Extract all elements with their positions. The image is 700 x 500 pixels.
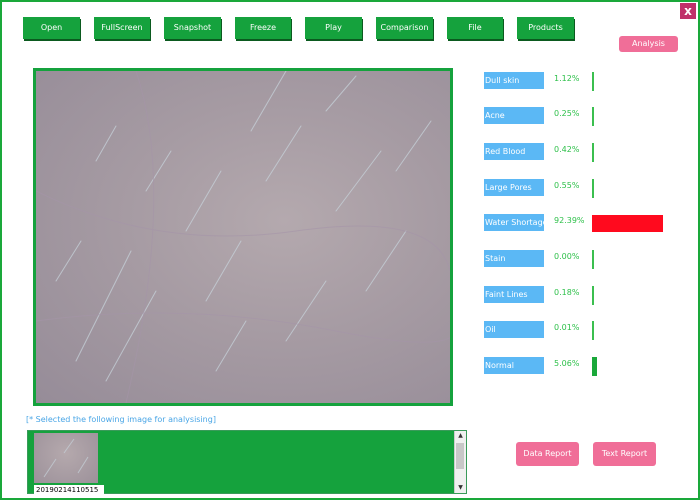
metric-label: Faint Lines <box>484 286 544 303</box>
thumbnail-caption: 20190214110515 <box>34 485 104 495</box>
text-report-button[interactable]: Text Report <box>593 442 656 466</box>
skin-texture-image <box>36 71 450 403</box>
metric-value: 5.06% <box>554 359 580 368</box>
metric-label: Large Pores <box>484 179 544 196</box>
metric-bar <box>592 286 594 305</box>
data-report-button[interactable]: Data Report <box>516 442 579 466</box>
snapshot-button[interactable]: Snapshot <box>164 17 221 39</box>
close-button[interactable]: x <box>680 3 696 19</box>
metric-value: 0.01% <box>554 323 580 332</box>
analysis-button[interactable]: Analysis <box>619 36 678 52</box>
play-button[interactable]: Play <box>305 17 362 39</box>
metric-bar <box>592 250 594 269</box>
metric-bar <box>592 107 594 126</box>
scroll-up-icon[interactable]: ▲ <box>455 431 466 441</box>
metric-label: Normal <box>484 357 544 374</box>
metric-bar <box>592 321 594 340</box>
metric-bar <box>592 72 594 91</box>
freeze-button[interactable]: Freeze <box>235 17 291 39</box>
metric-label: Water Shortage <box>484 214 544 231</box>
metric-value: 1.12% <box>554 74 580 83</box>
scroll-thumb[interactable] <box>456 443 464 469</box>
open-button[interactable]: Open <box>23 17 80 39</box>
metric-bar <box>592 215 663 232</box>
metric-label: Red Blood <box>484 143 544 160</box>
metric-label: Stain <box>484 250 544 267</box>
comparison-button[interactable]: Comparison <box>376 17 433 39</box>
thumbnail-strip: 20190214110515 ▲ ▼ <box>27 430 467 495</box>
metric-value: 0.25% <box>554 109 580 118</box>
file-button[interactable]: File <box>447 17 503 39</box>
products-button[interactable]: Products <box>517 17 574 39</box>
metric-label: Oil <box>484 321 544 338</box>
strip-scrollbar[interactable]: ▲ ▼ <box>454 431 466 493</box>
metric-label: Dull skin <box>484 72 544 89</box>
thumbnail-texture <box>43 438 89 478</box>
metric-bar <box>592 179 594 198</box>
metric-bar <box>592 143 594 162</box>
fullscreen-button[interactable]: FullScreen <box>94 17 150 39</box>
thumbnail-image[interactable] <box>34 433 98 483</box>
metric-value: 92.39% <box>554 216 585 225</box>
skin-image-viewer <box>33 68 453 406</box>
selection-hint-label: [* Selected the following image for anal… <box>26 415 216 424</box>
metric-value: 0.00% <box>554 252 580 261</box>
metric-value: 0.42% <box>554 145 580 154</box>
scroll-down-icon[interactable]: ▼ <box>455 483 466 493</box>
metric-label: Acne <box>484 107 544 124</box>
metric-value: 0.55% <box>554 181 580 190</box>
metric-bar <box>592 357 597 376</box>
metric-value: 0.18% <box>554 288 580 297</box>
